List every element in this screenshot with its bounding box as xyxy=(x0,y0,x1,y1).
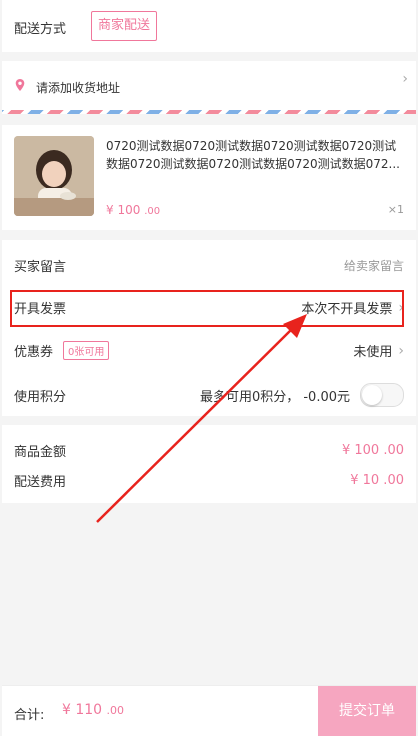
product-price-main: ¥ 100 xyxy=(106,203,141,217)
submit-order-button[interactable]: 提交订单 xyxy=(318,686,416,736)
product-title: 0720测试数据0720测试数据0720测试数据0720测试数据0720测试数据… xyxy=(106,139,400,171)
coupon-available-badge: 0张可用 xyxy=(63,341,110,360)
delivery-label: 配送方式 xyxy=(14,22,67,37)
product-quantity: ×1 xyxy=(387,203,404,216)
total-amount: ¥ 110 .00 xyxy=(62,702,124,718)
chevron-right-icon: › xyxy=(402,71,408,87)
amount-summary-section: 商品金额 ¥ 100 .00 配送费用 ¥ 10 .00 xyxy=(2,425,416,503)
invoice-highlight-box xyxy=(10,290,404,327)
points-info: 最多可用0积分， -0.00元 xyxy=(199,389,350,405)
location-pin-icon xyxy=(15,79,25,91)
product-price-decimal: .00 xyxy=(144,206,161,217)
points-label: 使用积分 xyxy=(14,389,67,405)
address-stripe-divider xyxy=(2,110,416,114)
address-placeholder: 请添加收货地址 xyxy=(36,81,121,95)
delivery-section: 配送方式 商家配送 xyxy=(2,0,416,52)
order-options-section: 买家留言 给卖家留言 开具发票 本次不开具发票 › 优惠券 0张可用 未使用 ›… xyxy=(2,240,416,416)
coupon-value: 未使用 xyxy=(353,345,393,360)
product-image xyxy=(14,136,94,216)
total-amount-main: ¥ 110 xyxy=(62,702,103,718)
delivery-option-merchant[interactable]: 商家配送 xyxy=(91,11,158,41)
buyer-message-input[interactable]: 给卖家留言 xyxy=(344,257,404,274)
goods-amount-label: 商品金额 xyxy=(14,445,67,460)
points-toggle[interactable] xyxy=(360,383,404,407)
delivery-fee-row: 配送费用 ¥ 10 .00 xyxy=(14,471,404,490)
total-label: 合计: xyxy=(14,708,45,723)
product-item[interactable]: 0720测试数据0720测试数据0720测试数据0720测试数据0720测试数据… xyxy=(2,125,416,230)
goods-amount-row: 商品金额 ¥ 100 .00 xyxy=(14,441,404,460)
product-price: ¥ 100 .00 xyxy=(106,203,160,217)
coupon-label: 优惠券 xyxy=(14,345,54,360)
buyer-message-label: 买家留言 xyxy=(14,260,67,275)
address-row[interactable]: 请添加收货地址 › xyxy=(2,61,416,113)
coupon-row[interactable]: 优惠券 0张可用 未使用 › xyxy=(14,341,404,360)
checkout-footer: 合计: ¥ 110 .00 提交订单 xyxy=(2,685,416,736)
buyer-message-row[interactable]: 买家留言 给卖家留言 xyxy=(14,256,404,275)
delivery-fee-label: 配送费用 xyxy=(14,475,67,490)
points-row: 使用积分 最多可用0积分， -0.00元 xyxy=(14,383,404,407)
goods-amount-value: ¥ 100 .00 xyxy=(341,443,404,458)
chevron-right-icon: › xyxy=(398,342,404,359)
total-amount-decimal: .00 xyxy=(106,704,125,717)
toggle-knob xyxy=(362,385,382,405)
delivery-fee-value: ¥ 10 .00 xyxy=(350,473,404,488)
